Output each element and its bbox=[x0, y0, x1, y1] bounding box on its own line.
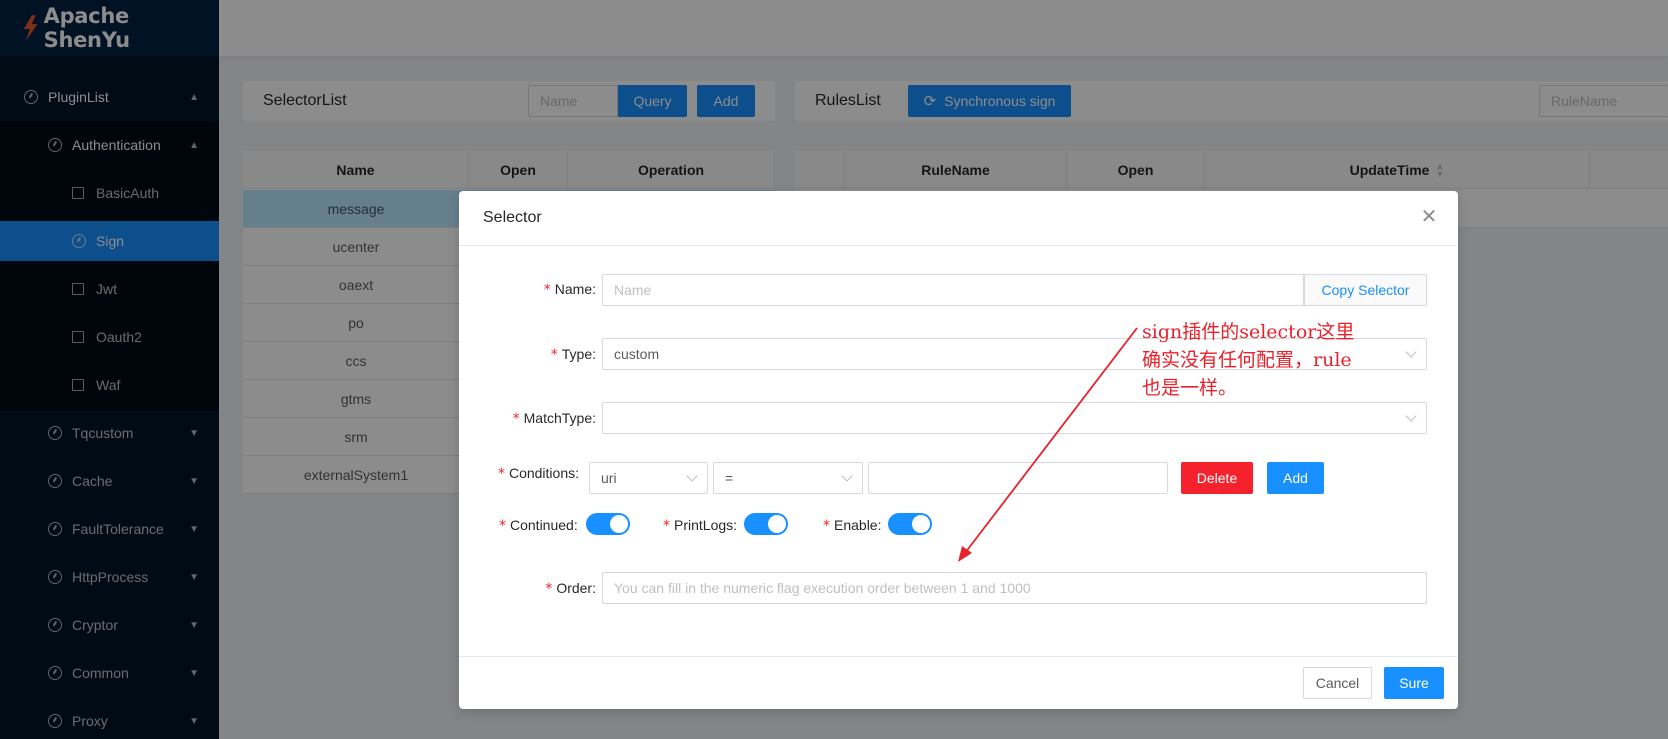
label-text: Name: bbox=[554, 281, 596, 297]
matchtype-select[interactable] bbox=[602, 402, 1427, 434]
condition-value-input[interactable] bbox=[868, 462, 1168, 494]
chevron-down-icon bbox=[841, 470, 853, 482]
condition-operator-value: = bbox=[725, 470, 734, 486]
continued-label: * Continued: bbox=[499, 517, 578, 534]
cancel-button[interactable]: Cancel bbox=[1303, 667, 1372, 699]
name-label: * Name: bbox=[543, 281, 596, 298]
condition-operator-select[interactable]: = bbox=[713, 462, 863, 494]
annotation-line: 确实没有任何配置，rule bbox=[1142, 349, 1352, 371]
placeholder-text: Name bbox=[614, 282, 652, 298]
condition-param-value: uri bbox=[601, 470, 617, 486]
delete-condition-button[interactable]: Delete bbox=[1181, 462, 1253, 494]
label-text: Enable: bbox=[834, 517, 882, 533]
annotation-line: sign插件的selector这里 bbox=[1142, 321, 1355, 343]
name-input[interactable]: Name bbox=[602, 274, 1304, 306]
conditions-label: * Conditions: bbox=[497, 465, 579, 482]
order-input[interactable]: You can fill in the numeric flag executi… bbox=[602, 572, 1427, 604]
type-label: * Type: bbox=[550, 346, 596, 363]
label-text: Conditions: bbox=[508, 465, 579, 481]
copy-selector-button[interactable]: Copy Selector bbox=[1304, 274, 1427, 306]
selector-modal: Selector ✕ * Name: Name Copy Selector * Ty… bbox=[459, 191, 1458, 709]
matchtype-label: * MatchType: bbox=[512, 410, 596, 427]
annotation-line: 也是一样。 bbox=[1142, 377, 1238, 399]
sure-button[interactable]: Sure bbox=[1384, 667, 1444, 699]
modal-header: Selector bbox=[459, 191, 1458, 246]
enable-switch[interactable] bbox=[888, 513, 932, 535]
printlogs-label: * PrintLogs: bbox=[663, 517, 738, 534]
order-label: * Order: bbox=[545, 580, 596, 597]
condition-param-select[interactable]: uri bbox=[589, 462, 708, 494]
type-select-value: custom bbox=[614, 346, 660, 362]
placeholder-text: You can fill in the numeric flag executi… bbox=[614, 580, 1031, 596]
add-condition-button[interactable]: Add bbox=[1267, 462, 1324, 494]
label-text: Continued: bbox=[510, 517, 578, 533]
chevron-down-icon bbox=[686, 470, 698, 482]
chevron-down-icon bbox=[1405, 410, 1417, 422]
label-text: Order: bbox=[556, 580, 596, 596]
modal-title: Selector bbox=[483, 209, 542, 226]
red-annotation-text: sign插件的selector这里 确实没有任何配置，rule 也是一样。 bbox=[1142, 318, 1412, 402]
continued-switch[interactable] bbox=[586, 513, 630, 535]
enable-label: * Enable: bbox=[823, 517, 882, 534]
label-text: Type: bbox=[561, 346, 596, 362]
close-icon[interactable]: ✕ bbox=[1418, 206, 1440, 228]
printlogs-switch[interactable] bbox=[744, 513, 788, 535]
label-text: MatchType: bbox=[523, 410, 596, 426]
label-text: PrintLogs: bbox=[674, 517, 738, 533]
